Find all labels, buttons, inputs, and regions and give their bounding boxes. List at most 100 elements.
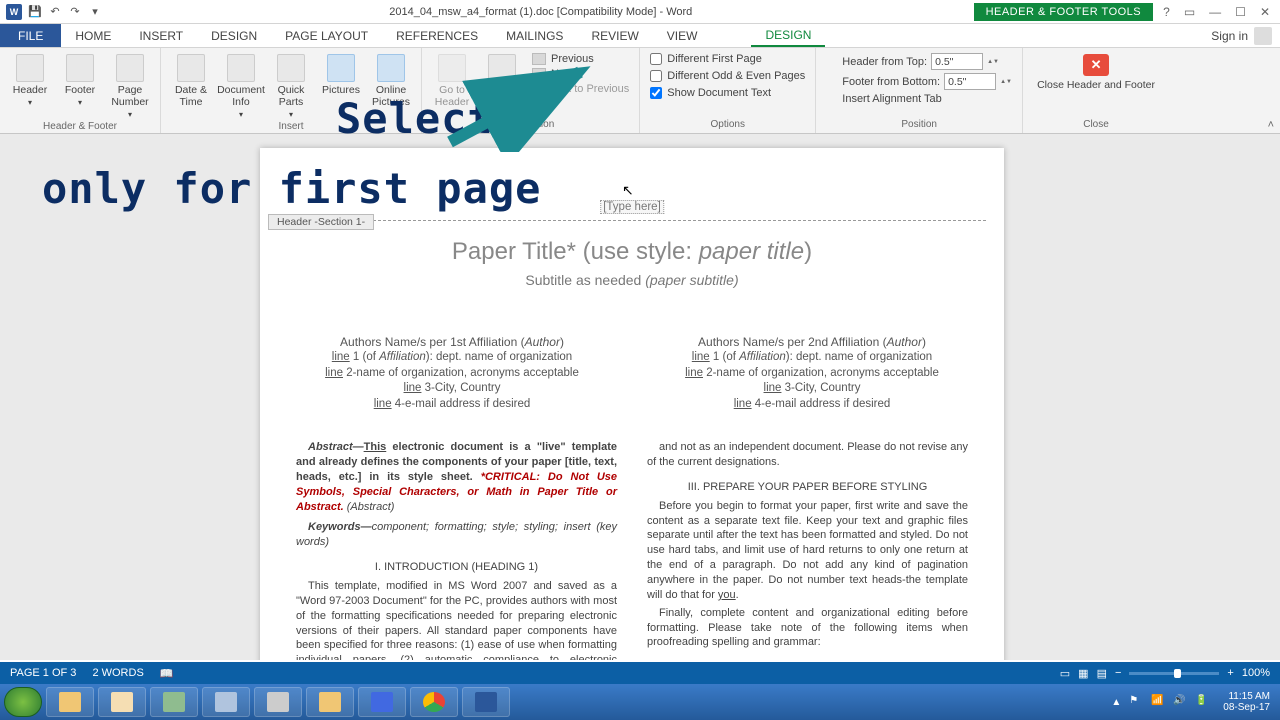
header-from-top-row: Header from Top: 0.5" ▲▼ bbox=[826, 53, 1012, 70]
group-navigation: Go to Header Go to Footer Previous Next … bbox=[422, 48, 640, 133]
tab-page-layout[interactable]: PAGE LAYOUT bbox=[271, 24, 382, 47]
paper-title: Paper Title* (use style: paper title) bbox=[296, 238, 968, 266]
tray-up-icon[interactable]: ▲ bbox=[1111, 697, 1121, 708]
quick-parts-button[interactable]: Quick Parts▾ bbox=[267, 51, 315, 119]
affiliation-2: Authors Name/s per 2nd Affiliation (Auth… bbox=[656, 334, 968, 412]
maximize-icon[interactable]: ☐ bbox=[1235, 5, 1246, 19]
tray-icon[interactable]: ⚑ bbox=[1129, 695, 1143, 709]
tab-design[interactable]: DESIGN bbox=[197, 24, 271, 47]
ribbon-tabs: FILE HOME INSERT DESIGN PAGE LAYOUT REFE… bbox=[0, 24, 1280, 48]
taskbar-chrome[interactable] bbox=[410, 687, 458, 717]
group-position: Header from Top: 0.5" ▲▼ Footer from Bot… bbox=[816, 48, 1023, 133]
next-button[interactable]: Next bbox=[532, 68, 629, 80]
taskbar-app3[interactable] bbox=[150, 687, 198, 717]
header-button[interactable]: Header▾ bbox=[6, 51, 54, 107]
footer-bottom-input[interactable]: 0.5" bbox=[944, 73, 996, 90]
tab-home[interactable]: HOME bbox=[61, 24, 125, 47]
taskbar-explorer[interactable] bbox=[46, 687, 94, 717]
word-app-icon: W bbox=[6, 4, 22, 20]
header-divider bbox=[278, 220, 986, 221]
close-window-icon[interactable]: ✕ bbox=[1260, 5, 1270, 19]
document-canvas[interactable]: Header -Section 1- ↖ [Type here] Paper T… bbox=[0, 134, 1280, 660]
close-header-footer-button[interactable]: ✕ Close Header and Footer bbox=[1029, 51, 1163, 91]
taskbar-math[interactable] bbox=[358, 687, 406, 717]
group-insert: Date & Time Document Info▾ Quick Parts▾ … bbox=[161, 48, 422, 133]
tab-mailings[interactable]: MAILINGS bbox=[492, 24, 577, 47]
taskbar-clock[interactable]: 11:15 AM 08-Sep-17 bbox=[1217, 691, 1276, 714]
footer-button[interactable]: Footer▾ bbox=[56, 51, 104, 107]
header-section-tag: Header -Section 1- bbox=[268, 214, 374, 230]
help-icon[interactable]: ? bbox=[1163, 5, 1170, 19]
link-previous-button[interactable]: Link to Previous bbox=[532, 83, 629, 95]
web-layout-icon[interactable]: ▤ bbox=[1097, 667, 1107, 680]
zoom-out-icon[interactable]: − bbox=[1115, 667, 1121, 679]
tab-references[interactable]: REFERENCES bbox=[382, 24, 492, 47]
taskbar-folder[interactable] bbox=[306, 687, 354, 717]
tab-insert[interactable]: INSERT bbox=[125, 24, 197, 47]
tab-file[interactable]: FILE bbox=[0, 24, 61, 47]
footer-bottom-spinner[interactable]: ▲▼ bbox=[1000, 79, 1012, 85]
titlebar: W 💾 ↶ ↷ ▾ 2014_04_msw_a4_format (1).doc … bbox=[0, 0, 1280, 24]
save-icon[interactable]: 💾 bbox=[28, 5, 42, 19]
taskbar-paint[interactable] bbox=[98, 687, 146, 717]
different-odd-even-checkbox[interactable]: Different Odd & Even Pages bbox=[650, 70, 805, 82]
tab-hf-design[interactable]: DESIGN bbox=[751, 24, 825, 47]
page-number-button[interactable]: Page Number▾ bbox=[106, 51, 154, 119]
header-top-input[interactable]: 0.5" bbox=[931, 53, 983, 70]
undo-icon[interactable]: ↶ bbox=[48, 5, 62, 19]
close-icon: ✕ bbox=[1083, 54, 1109, 76]
header-top-spinner[interactable]: ▲▼ bbox=[987, 59, 999, 65]
date-time-button[interactable]: Date & Time bbox=[167, 51, 215, 108]
read-mode-icon[interactable]: ▭ bbox=[1060, 667, 1070, 680]
spellcheck-icon[interactable]: 📖 bbox=[160, 667, 174, 680]
ribbon-display-icon[interactable]: ▭ bbox=[1184, 5, 1195, 19]
collapse-ribbon-icon[interactable]: ˄ bbox=[1268, 119, 1274, 131]
print-layout-icon[interactable]: ▦ bbox=[1078, 667, 1088, 680]
redo-icon[interactable]: ↷ bbox=[68, 5, 82, 19]
window-title: 2014_04_msw_a4_format (1).doc [Compatibi… bbox=[108, 6, 974, 18]
group-close: ✕ Close Header and Footer Close bbox=[1023, 48, 1169, 133]
status-bar: PAGE 1 OF 3 2 WORDS 📖 ▭ ▦ ▤ − + 100% bbox=[0, 662, 1280, 684]
show-document-text-checkbox[interactable]: Show Document Text bbox=[650, 87, 805, 99]
zoom-in-icon[interactable]: + bbox=[1227, 667, 1233, 679]
sign-in-link[interactable]: Sign in bbox=[1203, 24, 1280, 47]
insert-alignment-tab-button[interactable]: Insert Alignment Tab bbox=[826, 93, 1012, 105]
header-placeholder[interactable]: [Type here] bbox=[600, 200, 664, 214]
start-button[interactable] bbox=[4, 687, 42, 717]
taskbar-app4[interactable] bbox=[202, 687, 250, 717]
footer-from-bottom-row: Footer from Bottom: 0.5" ▲▼ bbox=[826, 73, 1012, 90]
tab-review[interactable]: REVIEW bbox=[577, 24, 652, 47]
tray-battery-icon[interactable]: 🔋 bbox=[1195, 695, 1209, 709]
windows-taskbar: ▲ ⚑ 📶 🔊 🔋 11:15 AM 08-Sep-17 bbox=[0, 684, 1280, 720]
header-top-icon bbox=[826, 56, 838, 68]
different-first-page-checkbox[interactable]: Different First Page bbox=[650, 53, 805, 65]
word-count[interactable]: 2 WORDS bbox=[92, 667, 143, 679]
taskbar-word[interactable] bbox=[462, 687, 510, 717]
footer-bottom-icon bbox=[826, 76, 838, 88]
zoom-slider[interactable] bbox=[1129, 672, 1219, 675]
column-left: Abstract—This electronic document is a "… bbox=[296, 440, 617, 660]
document-info-button[interactable]: Document Info▾ bbox=[217, 51, 265, 119]
contextual-tab-label: HEADER & FOOTER TOOLS bbox=[974, 3, 1154, 21]
pictures-button[interactable]: Pictures bbox=[317, 51, 365, 96]
zoom-level[interactable]: 100% bbox=[1242, 667, 1270, 679]
qat-customize-icon[interactable]: ▾ bbox=[88, 5, 102, 19]
group-options: Different First Page Different Odd & Eve… bbox=[640, 48, 816, 133]
minimize-icon[interactable]: — bbox=[1209, 5, 1221, 19]
avatar-icon bbox=[1254, 27, 1272, 45]
view-buttons: ▭ ▦ ▤ − + 100% bbox=[1060, 667, 1270, 680]
tray-volume-icon[interactable]: 🔊 bbox=[1173, 695, 1187, 709]
previous-button[interactable]: Previous bbox=[532, 53, 629, 65]
taskbar-app5[interactable] bbox=[254, 687, 302, 717]
ribbon: Header▾ Footer▾ Page Number▾ Header & Fo… bbox=[0, 48, 1280, 134]
goto-footer-button[interactable]: Go to Footer bbox=[478, 51, 526, 108]
online-pictures-button[interactable]: Online Pictures bbox=[367, 51, 415, 108]
page-indicator[interactable]: PAGE 1 OF 3 bbox=[10, 667, 76, 679]
tab-view[interactable]: VIEW bbox=[653, 24, 712, 47]
quick-access-toolbar: W 💾 ↶ ↷ ▾ bbox=[0, 4, 108, 20]
goto-header-button[interactable]: Go to Header bbox=[428, 51, 476, 108]
tray-network-icon[interactable]: 📶 bbox=[1151, 695, 1165, 709]
affiliation-1: Authors Name/s per 1st Affiliation (Auth… bbox=[296, 334, 608, 412]
window-controls: ? ▭ — ☐ ✕ bbox=[1153, 5, 1280, 19]
column-right: and not as an independent document. Plea… bbox=[647, 440, 968, 660]
